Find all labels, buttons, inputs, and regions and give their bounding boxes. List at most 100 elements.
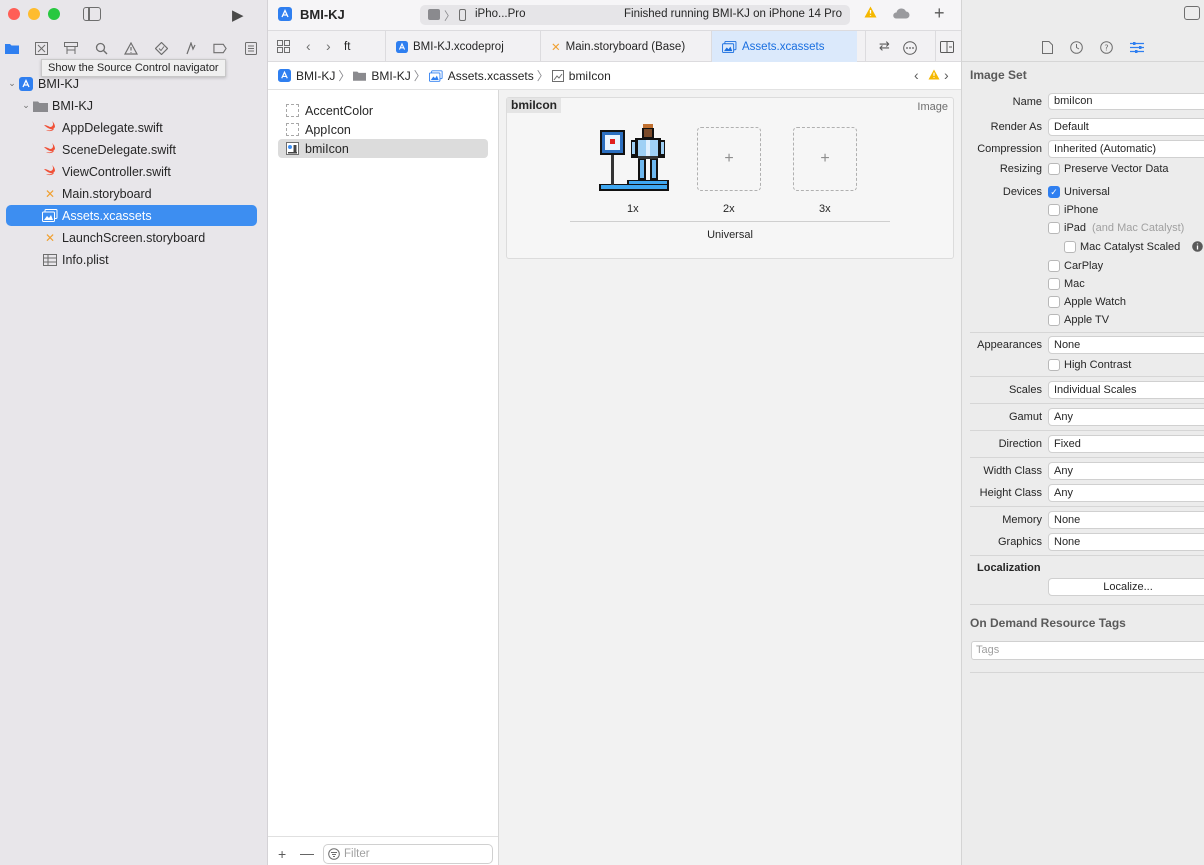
info-icon[interactable] <box>1192 241 1203 255</box>
preserve-vector-checkbox[interactable] <box>1048 163 1060 175</box>
resizing-label: Resizing <box>999 163 1042 175</box>
localization-title: Localization <box>977 562 1041 574</box>
source-control-icon[interactable] <box>34 41 48 55</box>
filter-placeholder: Filter <box>344 848 370 860</box>
next-issue-icon[interactable]: › <box>944 67 949 83</box>
grid-icon[interactable] <box>277 40 290 56</box>
split-editor-icon[interactable] <box>940 41 954 56</box>
back-icon[interactable]: ‹ <box>306 38 311 54</box>
debug-navigator-icon[interactable] <box>184 41 198 55</box>
warning-icon[interactable] <box>864 6 877 21</box>
previous-issue-icon[interactable]: ‹ <box>914 67 919 83</box>
test-navigator-icon[interactable] <box>154 41 168 55</box>
project-navigator: ▶ Show the Source Control navigator ⌄ BM… <box>0 0 268 865</box>
image-slot-1x[interactable] <box>597 124 671 196</box>
direction-select[interactable]: Fixed <box>1048 435 1204 453</box>
file-row[interactable]: ✕ Main.storyboard <box>42 183 257 204</box>
report-navigator-icon[interactable] <box>244 41 258 55</box>
filter-field[interactable]: Filter <box>323 844 493 864</box>
carplay-checkbox[interactable] <box>1048 260 1060 272</box>
zoom-window-button[interactable] <box>48 8 60 20</box>
asset-row-bmiicon[interactable]: bmiIcon <box>278 139 488 158</box>
file-row[interactable]: AppDelegate.swift <box>42 117 257 138</box>
scales-select[interactable]: Individual Scales <box>1048 381 1204 399</box>
scheme-name[interactable]: BMI-KJ <box>300 7 345 22</box>
image-slot-3x[interactable]: + <box>793 127 857 191</box>
high-contrast-checkbox[interactable] <box>1048 359 1060 371</box>
file-name: SceneDelegate.swift <box>62 142 176 157</box>
file-row[interactable]: ✕ LaunchScreen.storyboard <box>42 227 257 248</box>
gamut-select[interactable]: Any <box>1048 408 1204 426</box>
cloud-icon[interactable] <box>892 8 910 22</box>
name-field[interactable]: bmiIcon <box>1048 93 1204 110</box>
localize-button[interactable]: Localize... <box>1048 578 1204 596</box>
width-class-select[interactable]: Any <box>1048 462 1204 480</box>
group-row[interactable]: ⌄ BMI-KJ <box>20 95 257 116</box>
run-icon[interactable]: ▶ <box>232 6 244 24</box>
compression-select[interactable]: Inherited (Automatic) <box>1048 140 1204 158</box>
color-set-icon <box>286 104 299 117</box>
file-row-selected[interactable]: Assets.xcassets <box>6 205 257 226</box>
slot-label-2x: 2x <box>723 203 735 215</box>
gamut-label: Gamut <box>1008 411 1042 423</box>
file-row[interactable]: ViewController.swift <box>42 161 257 182</box>
attributes-inspector-icon[interactable] <box>1130 41 1144 57</box>
tab-viewcontroller[interactable]: ft <box>334 31 380 62</box>
universal-checkbox[interactable]: ✓ <box>1048 186 1060 198</box>
ipad-checkbox[interactable] <box>1048 222 1060 234</box>
file-row[interactable]: SceneDelegate.swift <box>42 139 257 160</box>
breadcrumb-assets[interactable]: Assets.xcassets <box>448 69 534 83</box>
iphone-checkbox[interactable] <box>1048 204 1060 216</box>
apple-tv-checkbox[interactable] <box>1048 314 1060 326</box>
help-inspector-icon[interactable]: ? <box>1100 41 1113 57</box>
tab-main-storyboard[interactable]: ✕ Main.storyboard (Base) <box>540 31 710 62</box>
appearances-select[interactable]: None <box>1048 336 1204 354</box>
warning-icon[interactable] <box>928 69 940 83</box>
disclosure-open-icon[interactable]: ⌄ <box>6 78 18 89</box>
tags-field[interactable]: Tags <box>971 641 1204 660</box>
asset-row-appicon[interactable]: AppIcon <box>278 120 488 139</box>
project-root-row[interactable]: ⌄ BMI-KJ <box>6 73 257 94</box>
devices-label: Devices <box>1002 186 1042 198</box>
graphics-select[interactable]: None <box>1048 533 1204 551</box>
scales-label: Scales <box>1008 384 1042 396</box>
appearances-label: Appearances <box>977 339 1042 351</box>
remove-asset-icon[interactable]: — <box>300 845 314 861</box>
find-icon[interactable] <box>94 41 108 55</box>
minimize-window-button[interactable] <box>28 8 40 20</box>
tab-assets[interactable]: Assets.xcassets <box>711 31 857 62</box>
image-slot-2x[interactable]: + <box>697 127 761 191</box>
mac-catalyst-scaled-checkbox[interactable] <box>1064 241 1076 253</box>
add-asset-icon[interactable]: + <box>278 846 286 862</box>
memory-select[interactable]: None <box>1048 511 1204 529</box>
forward-icon[interactable]: › <box>326 38 331 54</box>
width-class-label: Width Class <box>983 465 1042 477</box>
asset-row-accentcolor[interactable]: AccentColor <box>278 101 488 120</box>
sidebar-toggle-icon[interactable] <box>83 7 101 21</box>
more-options-icon[interactable] <box>903 41 917 58</box>
symbol-navigator-icon[interactable] <box>64 41 78 55</box>
height-class-select[interactable]: Any <box>1048 484 1204 502</box>
close-window-button[interactable] <box>8 8 20 20</box>
breadcrumb-project[interactable]: BMI-KJ <box>296 69 335 83</box>
related-items-icon[interactable]: ⇄ <box>879 38 890 54</box>
mac-checkbox[interactable] <box>1048 278 1060 290</box>
history-inspector-icon[interactable] <box>1070 41 1083 57</box>
breakpoint-navigator-icon[interactable] <box>213 41 227 55</box>
folder-icon[interactable] <box>5 41 19 55</box>
disclosure-open-icon[interactable]: ⌄ <box>20 100 32 111</box>
file-name: LaunchScreen.storyboard <box>62 230 206 245</box>
breadcrumb-group[interactable]: BMI-KJ <box>371 69 410 83</box>
render-as-select[interactable]: Default <box>1048 118 1204 136</box>
inspector-toggle-icon[interactable] <box>1184 6 1200 20</box>
issue-navigator-icon[interactable] <box>124 41 138 55</box>
run-destination[interactable]: iPho...Pro <box>475 8 526 20</box>
add-icon[interactable]: + <box>934 3 945 24</box>
breadcrumb-imageset[interactable]: bmiIcon <box>569 69 611 83</box>
image-set-panel[interactable]: bmiIcon Image 1x + 2x + 3x Universal <box>506 97 954 259</box>
apple-watch-checkbox[interactable] <box>1048 296 1060 308</box>
tab-xcodeproj[interactable]: BMI-KJ.xcodeproj <box>385 31 538 62</box>
file-inspector-icon[interactable] <box>1042 41 1053 57</box>
image-set-icon <box>551 69 564 82</box>
file-row[interactable]: Info.plist <box>42 249 257 270</box>
